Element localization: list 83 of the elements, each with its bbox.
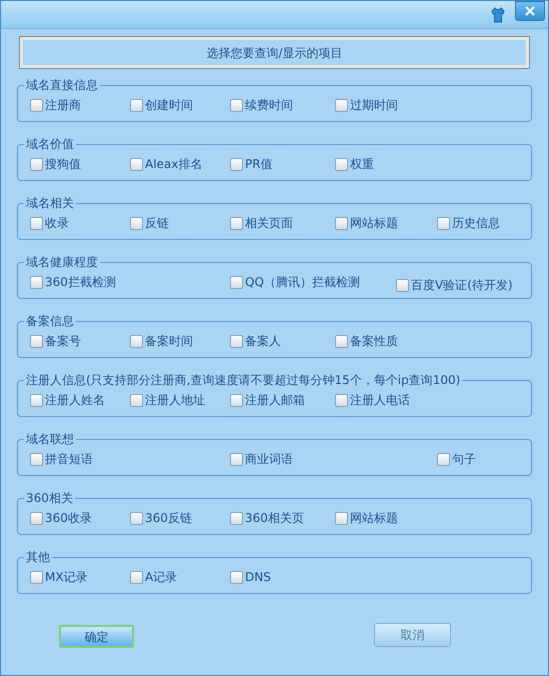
checkbox[interactable] [335, 216, 348, 230]
checkbox[interactable] [230, 570, 243, 584]
checkbox-label: 备案时间 [145, 333, 193, 350]
checkbox[interactable] [30, 276, 43, 288]
checkbox-label: 360相关页 [245, 510, 304, 527]
checkbox[interactable] [335, 394, 348, 406]
checkbox[interactable] [335, 512, 348, 524]
group-title: 域名健康程度 [25, 255, 99, 269]
group-title: 域名相关 [25, 196, 75, 210]
checkbox-label: 搜狗值 [45, 156, 81, 173]
group-title: 注册人信息(只支持部分注册商,查询速度请不要超过每分钟15个，每个ip查询100) [25, 373, 462, 387]
group-title: 360相关 [25, 491, 74, 505]
checkbox-label: Aleax排名 [145, 156, 202, 173]
group-title: 域名价值 [25, 137, 75, 151]
checkbox-label: 权重 [350, 156, 374, 173]
checkbox-label: 360收录 [45, 510, 92, 527]
checkbox[interactable] [230, 158, 243, 170]
checkbox[interactable] [30, 452, 43, 466]
checkbox-label: 创建时间 [145, 97, 193, 114]
checkbox[interactable] [437, 452, 450, 466]
checkbox-label: 注册人电话 [350, 392, 410, 409]
checkbox-label: 备案性质 [350, 333, 398, 350]
checkbox[interactable] [130, 394, 143, 406]
checkbox-label: 注册商 [45, 97, 81, 114]
checkbox[interactable] [30, 98, 43, 112]
checkbox-label: 注册人姓名 [45, 392, 105, 409]
group-title: 域名联想 [25, 432, 75, 446]
checkbox-label: 历史信息 [452, 215, 500, 232]
checkbox[interactable] [230, 276, 243, 288]
checkbox-label: 拼音短语 [45, 451, 93, 468]
checkbox-label: 相关页面 [245, 215, 293, 232]
checkbox-label: 收录 [45, 215, 69, 232]
checkbox-label: 注册人邮箱 [245, 392, 305, 409]
group-title: 备案信息 [25, 314, 75, 328]
checkbox-label: A记录 [145, 569, 178, 586]
ok-button[interactable]: 确定 [59, 625, 134, 648]
checkbox[interactable] [130, 570, 143, 584]
group-title: 域名直接信息 [25, 78, 99, 92]
checkbox[interactable] [130, 158, 143, 170]
shirt-icon[interactable] [491, 6, 505, 22]
checkbox-label: 反链 [145, 215, 169, 232]
checkbox[interactable] [396, 278, 409, 292]
checkbox-label: 网站标题 [350, 510, 398, 527]
checkbox-label: 备案人 [245, 333, 281, 350]
checkbox[interactable] [30, 512, 43, 524]
checkbox[interactable] [30, 216, 43, 230]
checkbox-label: 商业词语 [245, 451, 293, 468]
checkbox-label: QQ（腾讯）拦截检测 [245, 274, 360, 291]
checkbox-label: 备案号 [45, 333, 81, 350]
checkbox-label: 续费时间 [245, 97, 293, 114]
checkbox[interactable] [230, 216, 243, 230]
close-button[interactable] [515, 1, 545, 20]
checkbox[interactable] [230, 394, 243, 406]
close-icon [525, 6, 535, 16]
group-title: 其他 [25, 550, 51, 564]
checkbox[interactable] [30, 158, 43, 170]
checkbox[interactable] [130, 334, 143, 348]
checkbox[interactable] [30, 394, 43, 406]
checkbox[interactable] [30, 334, 43, 348]
checkbox[interactable] [230, 452, 243, 466]
checkbox[interactable] [335, 158, 348, 170]
header-panel: 选择您要查询/显示的项目 [20, 37, 529, 68]
checkbox-label: 注册人地址 [145, 392, 205, 409]
cancel-button[interactable]: 取消 [374, 623, 451, 647]
checkbox-label: 过期时间 [350, 97, 398, 114]
checkbox[interactable] [130, 216, 143, 230]
checkbox-label: 句子 [452, 451, 476, 468]
checkbox[interactable] [230, 334, 243, 348]
checkbox-label: MX记录 [45, 569, 88, 586]
checkbox-label: DNS [245, 569, 271, 586]
checkbox[interactable] [437, 216, 450, 230]
checkbox[interactable] [230, 512, 243, 524]
checkbox[interactable] [130, 512, 143, 524]
checkbox-label: 360拦截检测 [45, 274, 116, 291]
checkbox[interactable] [130, 98, 143, 112]
checkbox-label: 360反链 [145, 510, 192, 527]
checkbox-label: PR值 [245, 156, 273, 173]
checkbox[interactable] [335, 334, 348, 348]
checkbox[interactable] [30, 570, 43, 584]
checkbox[interactable] [335, 98, 348, 112]
checkbox[interactable] [230, 98, 243, 112]
checkbox-label: 百度V验证(待开发) [411, 277, 513, 294]
checkbox-label: 网站标题 [350, 215, 398, 232]
